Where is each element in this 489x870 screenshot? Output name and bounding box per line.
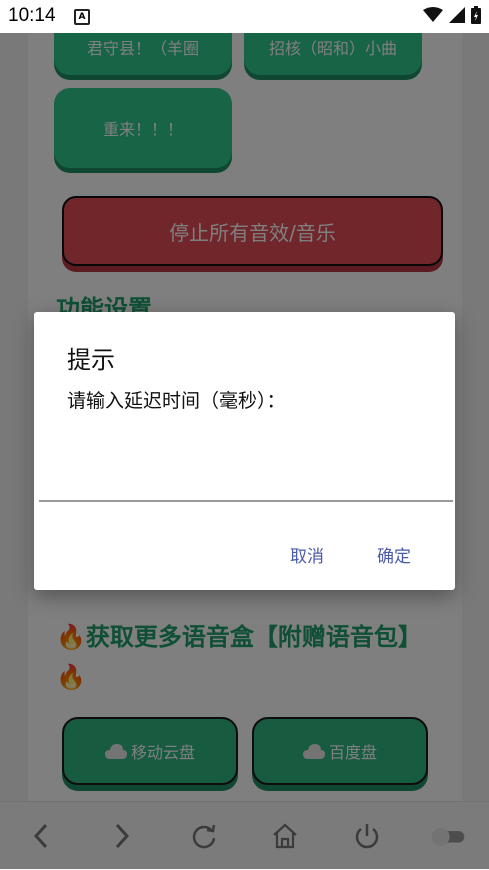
- dialog-message: 请输入延迟时间（毫秒）：: [67, 390, 286, 412]
- confirm-button[interactable]: 确定: [371, 538, 417, 571]
- status-bar: 10:14 A: [0, 0, 489, 33]
- wifi-icon: [423, 7, 443, 22]
- battery-charging-icon: [471, 6, 481, 24]
- signal-icon: [449, 7, 465, 23]
- system-icons: [423, 6, 481, 24]
- cancel-button[interactable]: 取消: [284, 538, 330, 571]
- delay-input[interactable]: [39, 452, 453, 502]
- dialog-title: 提示: [67, 346, 115, 374]
- notification-icon: A: [74, 9, 90, 25]
- delay-input-dialog: 提示 请输入延迟时间（毫秒）： 取消 确定: [34, 312, 455, 590]
- status-time: 10:14: [8, 5, 56, 26]
